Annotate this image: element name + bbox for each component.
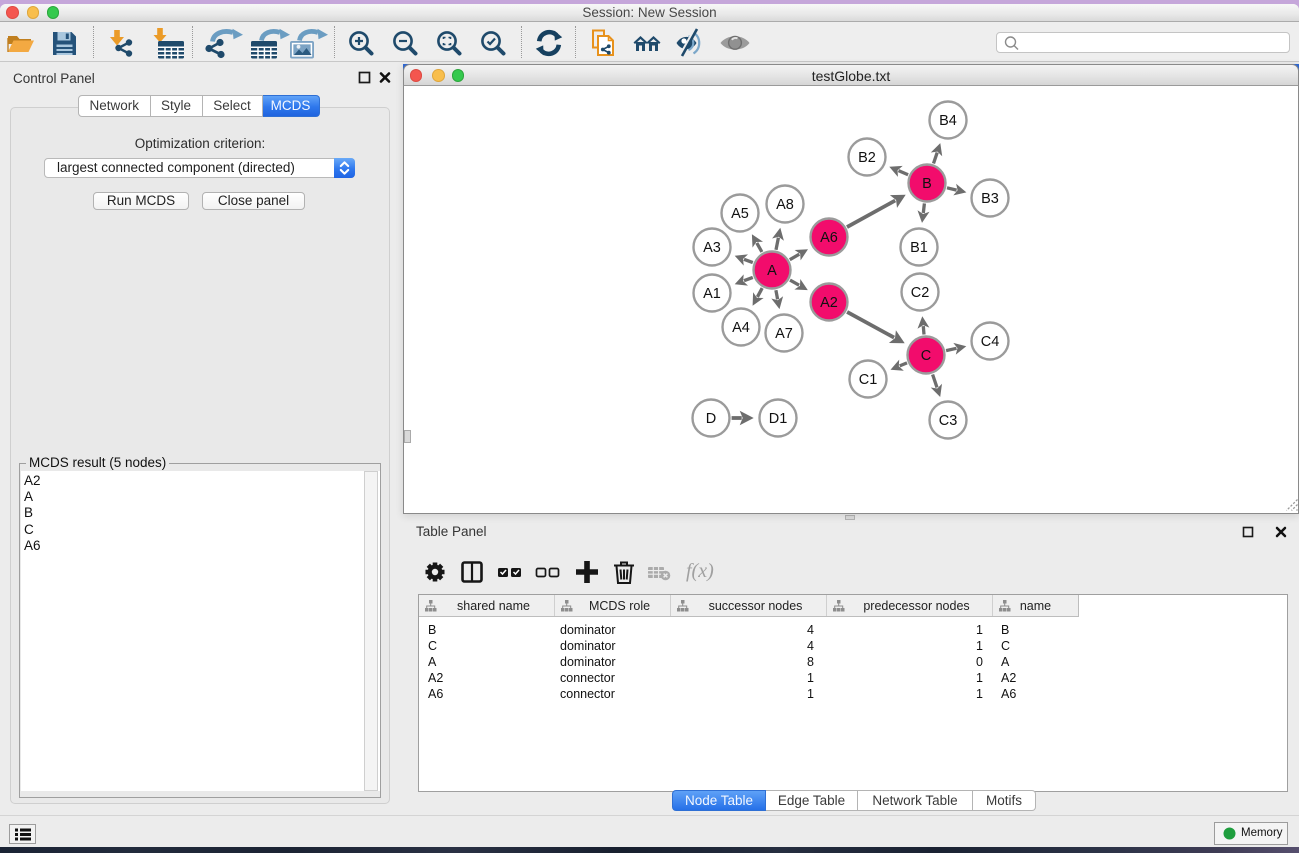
svg-text:A: A [767,263,777,279]
svg-text:D: D [706,411,716,427]
svg-text:B1: B1 [910,240,928,256]
svg-text:C4: C4 [981,334,1000,350]
svg-text:C3: C3 [939,413,958,429]
svg-text:B2: B2 [858,150,876,166]
svg-text:A1: A1 [703,286,721,302]
svg-text:C: C [921,348,931,364]
svg-text:A8: A8 [776,197,794,213]
svg-text:B3: B3 [981,191,999,207]
svg-text:A6: A6 [820,230,838,246]
svg-text:D1: D1 [769,411,788,427]
svg-text:A2: A2 [820,295,838,311]
svg-text:C2: C2 [911,285,930,301]
svg-text:A4: A4 [732,320,750,336]
svg-text:A7: A7 [775,326,793,342]
svg-text:A3: A3 [703,240,721,256]
svg-text:C1: C1 [859,372,878,388]
svg-text:B4: B4 [939,113,957,129]
svg-text:B: B [922,176,932,192]
svg-text:A5: A5 [731,206,749,222]
